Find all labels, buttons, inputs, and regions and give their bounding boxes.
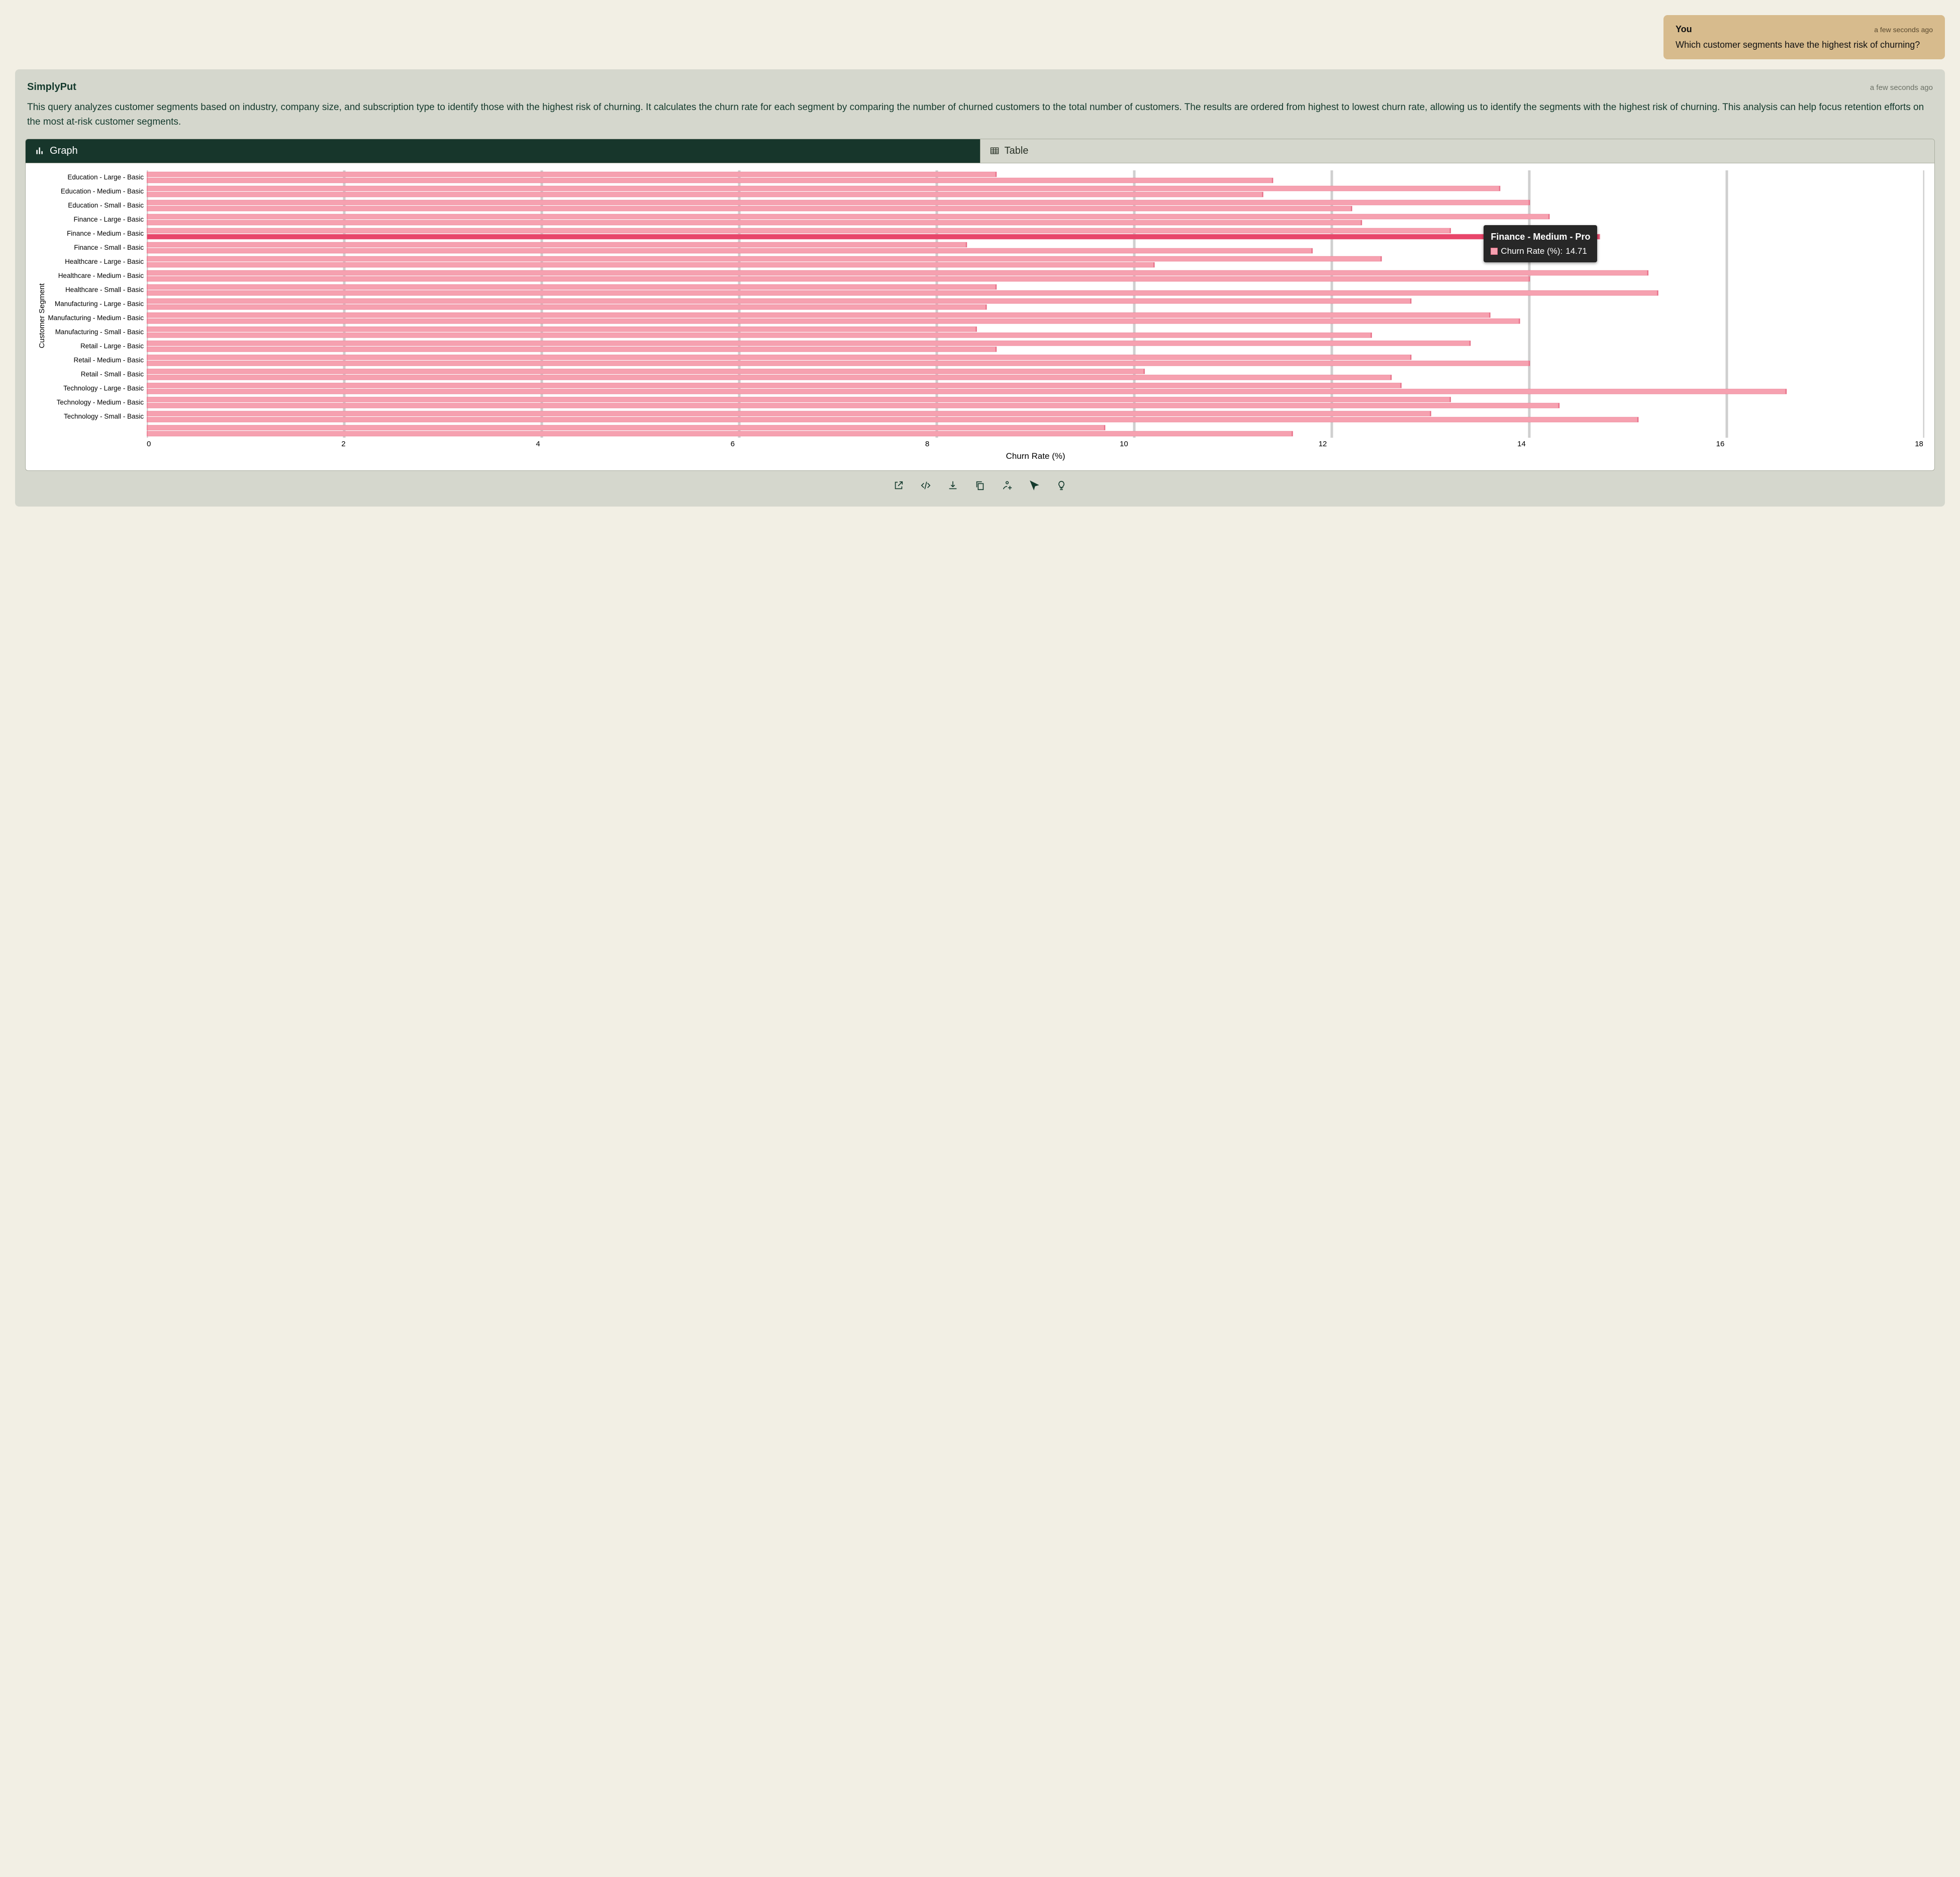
y-axis-tick-label: Manufacturing - Large - Basic: [46, 297, 144, 311]
user-timestamp: a few seconds ago: [1874, 26, 1933, 34]
y-axis-tick-label: Manufacturing - Small - Basic: [46, 325, 144, 339]
x-axis-tick-label: 6: [731, 440, 735, 448]
x-axis-tick-label: 0: [147, 440, 151, 448]
y-axis-tick-label: Education - Small - Basic: [46, 199, 144, 213]
y-axis-labels: Education - Large - BasicEducation - Med…: [46, 170, 147, 438]
assistant-author: SimplyPut: [27, 81, 76, 93]
y-axis-title: Customer Segment: [36, 170, 46, 461]
x-axis-tick-label: 4: [536, 440, 540, 448]
x-axis-tick-label: 14: [1517, 440, 1526, 448]
tooltip-title: Finance - Medium - Pro: [1491, 230, 1590, 244]
viz-tabs: Graph Table: [26, 139, 1934, 163]
table-icon: [990, 146, 1000, 156]
chart-plot[interactable]: [147, 170, 1924, 438]
chart-area[interactable]: Customer Segment Education - Large - Bas…: [26, 163, 1934, 470]
open-external-icon[interactable]: [893, 480, 904, 493]
y-axis-tick-label: Healthcare - Medium - Basic: [46, 269, 144, 283]
y-axis-tick-label: Finance - Medium - Basic: [46, 227, 144, 241]
x-axis-tick-label: 2: [341, 440, 345, 448]
y-axis-tick-label: Technology - Medium - Basic: [46, 396, 144, 410]
x-axis-tick-label: 16: [1716, 440, 1725, 448]
user-settings-icon[interactable]: [1002, 480, 1013, 493]
y-axis-tick-label: Retail - Large - Basic: [46, 339, 144, 353]
tab-table[interactable]: Table: [981, 139, 1935, 163]
tab-graph[interactable]: Graph: [26, 139, 981, 163]
user-author: You: [1676, 24, 1692, 35]
x-axis-title: Churn Rate (%): [147, 451, 1924, 461]
tab-graph-label: Graph: [50, 145, 78, 157]
y-axis-tick-label: Retail - Medium - Basic: [46, 353, 144, 367]
assistant-timestamp: a few seconds ago: [1870, 83, 1933, 92]
tooltip-metric-label: Churn Rate (%):: [1501, 245, 1562, 258]
y-axis-tick-label: Retail - Small - Basic: [46, 367, 144, 381]
visualization-card: Graph Table Customer Segment Education -…: [25, 139, 1935, 471]
chart-tooltip: Finance - Medium - Pro Churn Rate (%): 1…: [1484, 225, 1597, 263]
y-axis-tick-label: Healthcare - Small - Basic: [46, 283, 144, 297]
bar-chart-icon: [35, 146, 45, 156]
y-axis-tick-label: Finance - Large - Basic: [46, 213, 144, 227]
user-text: Which customer segments have the highest…: [1676, 40, 1933, 50]
tab-table-label: Table: [1005, 145, 1029, 157]
x-axis-tick-label: 18: [1915, 440, 1923, 448]
x-axis-tick-label: 10: [1120, 440, 1128, 448]
tooltip-swatch: [1491, 248, 1498, 255]
download-icon[interactable]: [947, 480, 958, 493]
y-axis-tick-label: [46, 424, 144, 438]
y-axis-tick-label: Technology - Large - Basic: [46, 381, 144, 396]
y-axis-tick-label: Education - Large - Basic: [46, 170, 144, 184]
copy-icon[interactable]: [974, 480, 986, 493]
x-axis-tick-label: 8: [925, 440, 929, 448]
y-axis-tick-label: Manufacturing - Medium - Basic: [46, 311, 144, 325]
y-axis-tick-label: Technology - Small - Basic: [46, 410, 144, 424]
y-axis-tick-label: Healthcare - Large - Basic: [46, 255, 144, 269]
y-axis-tick-label: Finance - Small - Basic: [46, 241, 144, 255]
idea-icon[interactable]: [1056, 480, 1067, 493]
y-axis-tick-label: Education - Medium - Basic: [46, 184, 144, 199]
code-icon[interactable]: [920, 480, 931, 493]
assistant-message: SimplyPut a few seconds ago This query a…: [15, 69, 1945, 507]
x-axis-ticks: 0 2 4 6 8 10 12 14 16 18: [147, 440, 1924, 448]
user-message: You a few seconds ago Which customer seg…: [1663, 15, 1945, 59]
cursor-icon[interactable]: [1029, 480, 1040, 493]
tooltip-value: 14.71: [1565, 245, 1587, 258]
message-toolbar: [23, 471, 1937, 503]
x-axis-tick-label: 12: [1319, 440, 1327, 448]
assistant-text: This query analyzes customer segments ba…: [23, 97, 1937, 139]
